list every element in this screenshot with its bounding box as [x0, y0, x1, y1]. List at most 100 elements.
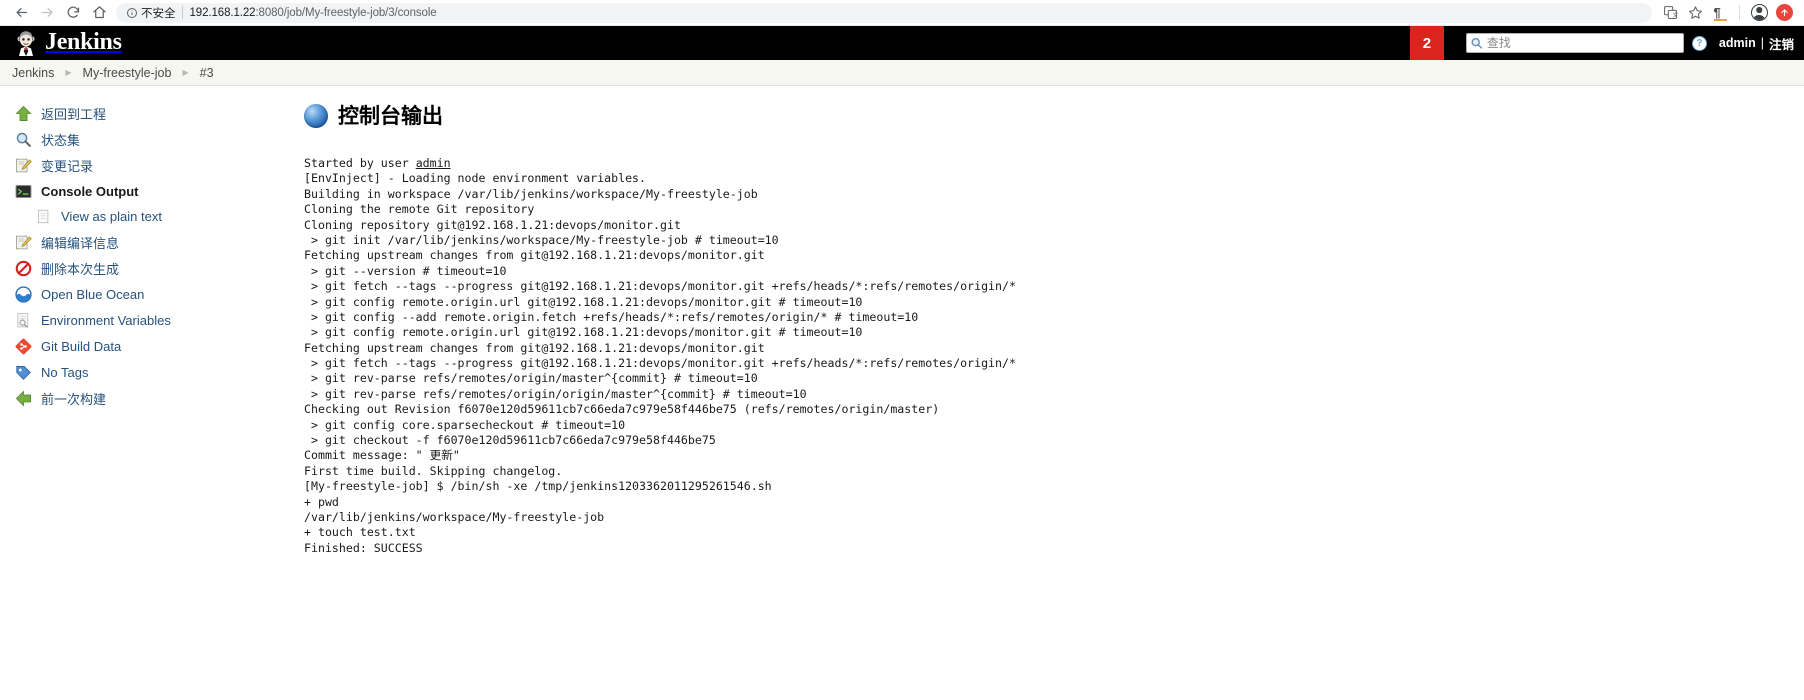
console-line: Cloning repository git@192.168.1.21:devo… — [304, 217, 681, 232]
sidebar: 返回到工程状态集变更记录 Console Output View as plain … — [0, 86, 290, 700]
bookmark-star-icon[interactable] — [1683, 2, 1707, 24]
console-line: > git config core.sparsecheckout # timeo… — [304, 417, 626, 432]
sidebar-item-label: Console Output — [41, 183, 139, 199]
breadcrumb-jenkins[interactable]: Jenkins — [12, 66, 54, 80]
sidebar-item-[interactable]: 变更记录 — [14, 152, 290, 178]
sidebar-item-label: 返回到工程 — [41, 106, 107, 122]
browser-toolbar: 不安全 192.168.1.22:8080/job/My-freestyle-j… — [0, 0, 1804, 26]
user-link[interactable]: admin — [1719, 36, 1756, 50]
console-line: > git fetch --tags --progress git@192.16… — [304, 356, 1016, 371]
breadcrumb: Jenkins ▶ My-freestyle-job ▶ #3 — [0, 60, 1804, 86]
console-line: Building in workspace /var/lib/jenkins/w… — [304, 186, 758, 201]
console-line: > git config remote.origin.url git@192.1… — [304, 325, 863, 340]
build-queue-badge[interactable]: 2 — [1409, 26, 1444, 60]
up-arrow-icon — [14, 104, 32, 122]
sidebar-item-label: Environment Variables — [41, 312, 171, 328]
sidebar-item-git-build-data[interactable]: Git Build Data — [14, 333, 290, 359]
sidebar-item-label: Open Blue Ocean — [41, 286, 145, 302]
console-line: + pwd — [304, 494, 339, 509]
sidebar-item-environment-variables[interactable]: Environment Variables — [14, 307, 290, 333]
browser-toolbar-icons: 文 ¶ — [1658, 2, 1796, 24]
edit-document-icon — [14, 233, 32, 251]
console-line: Finished: SUCCESS — [304, 540, 423, 555]
sidebar-item-no-tags[interactable]: No Tags — [14, 359, 290, 385]
console-line: > git config --add remote.origin.fetch +… — [304, 309, 919, 324]
sidebar-item-view-as-plain-text[interactable]: View as plain text — [14, 204, 290, 229]
address-bar[interactable]: 不安全 192.168.1.22:8080/job/My-freestyle-j… — [116, 2, 1652, 23]
url-text: 192.168.1.22:8080/job/My-freestyle-job/3… — [189, 6, 437, 19]
console-line: Fetching upstream changes from git@192.1… — [304, 248, 765, 263]
blue-orb-icon — [304, 104, 328, 128]
git-diamond-icon — [14, 337, 32, 355]
console-line: Started by user admin — [304, 156, 451, 170]
breadcrumb-chevron-icon: ▶ — [182, 67, 189, 77]
console-user-link[interactable]: admin — [416, 156, 451, 170]
help-icon[interactable]: ? — [1691, 35, 1707, 51]
console-line: Fetching upstream changes from git@192.1… — [304, 340, 765, 355]
terminal-icon — [14, 182, 32, 200]
console-line: > git fetch --tags --progress git@192.16… — [304, 279, 1016, 294]
reload-icon[interactable] — [60, 2, 86, 24]
delete-forbidden-icon — [14, 259, 32, 277]
environment-document-icon — [14, 311, 32, 329]
console-line: > git init /var/lib/jenkins/workspace/My… — [304, 232, 779, 247]
console-output-text: Started by user admin [EnvInject] - Loadi… — [304, 156, 1804, 556]
update-available-icon[interactable] — [1772, 2, 1796, 24]
header-spacer — [122, 26, 1410, 60]
console-line: > git --version # timeout=10 — [304, 263, 507, 278]
console-line: First time build. Skipping changelog. — [304, 463, 563, 478]
sidebar-item-console-output[interactable]: Console Output — [14, 178, 290, 204]
sidebar-item-[interactable]: 前一次构建 — [14, 385, 290, 411]
tag-icon — [14, 363, 32, 381]
jenkins-butler-logo-icon — [14, 30, 38, 56]
plain-document-icon — [34, 208, 52, 226]
toolbar-divider — [1739, 5, 1740, 20]
header-right-group: ? admin | 注销 — [1444, 26, 1804, 60]
security-label: 不安全 — [141, 7, 176, 20]
sidebar-item-label: 状态集 — [41, 132, 81, 148]
sidebar-item-label: 删除本次生成 — [41, 261, 120, 277]
console-line: /var/lib/jenkins/workspace/My-freestyle-… — [304, 509, 605, 524]
jenkins-wordmark: Jenkins — [45, 29, 122, 55]
sidebar-item-[interactable]: 编辑编译信息 — [14, 229, 290, 255]
sidebar-item-label: No Tags — [41, 364, 89, 380]
sidebar-item-[interactable]: 返回到工程 — [14, 100, 290, 126]
site-info-icon[interactable] — [126, 7, 138, 19]
page-title-text: 控制台输出 — [338, 104, 443, 128]
breadcrumb-job[interactable]: My-freestyle-job — [83, 66, 172, 80]
search-input[interactable] — [1465, 33, 1684, 53]
blue-ocean-icon — [14, 285, 32, 303]
edit-document-icon — [14, 156, 32, 174]
main-layout: 返回到工程状态集变更记录 Console Output View as plain … — [0, 86, 1804, 700]
breadcrumb-chevron-icon: ▶ — [65, 67, 72, 77]
sidebar-item-[interactable]: 删除本次生成 — [14, 255, 290, 281]
page-title: 控制台输出 — [304, 104, 1804, 128]
console-line: Commit message: " 更新" — [304, 448, 460, 463]
home-icon[interactable] — [86, 2, 112, 24]
back-arrow-icon[interactable] — [8, 2, 34, 24]
console-line: > git config remote.origin.url git@192.1… — [304, 294, 863, 309]
console-line: [EnvInject] - Loading node environment v… — [304, 171, 647, 186]
jenkins-home-link[interactable]: Jenkins — [0, 26, 122, 60]
jenkins-header: Jenkins 2 ? admin | 注销 — [0, 26, 1804, 60]
sidebar-item-open-blue-ocean[interactable]: Open Blue Ocean — [14, 281, 290, 307]
sidebar-item-label: 编辑编译信息 — [41, 235, 120, 251]
content-area: 控制台输出 Started by user admin [EnvInject] -… — [290, 86, 1804, 700]
profile-avatar-icon[interactable] — [1747, 2, 1771, 24]
search-container — [1465, 33, 1684, 53]
forward-arrow-icon[interactable] — [34, 2, 60, 24]
reading-mode-icon[interactable]: ¶ — [1708, 2, 1732, 24]
sidebar-item-label: 变更记录 — [41, 158, 94, 174]
sidebar-item-label: Git Build Data — [41, 338, 122, 354]
console-line: > git rev-parse refs/remotes/origin/orig… — [304, 386, 807, 401]
console-line: Checking out Revision f6070e120d59611cb7… — [304, 402, 940, 417]
sidebar-item-label: View as plain text — [61, 209, 162, 224]
translate-icon[interactable]: 文 — [1658, 2, 1682, 24]
console-line: [My-freestyle-job] $ /bin/sh -xe /tmp/je… — [304, 479, 772, 494]
logout-link[interactable]: 注销 — [1769, 34, 1794, 53]
breadcrumb-build[interactable]: #3 — [200, 66, 214, 80]
sidebar-item-label: 前一次构建 — [41, 391, 107, 407]
previous-build-arrow-icon — [14, 389, 32, 407]
sidebar-item-[interactable]: 状态集 — [14, 126, 290, 152]
console-line: Cloning the remote Git repository — [304, 202, 535, 217]
